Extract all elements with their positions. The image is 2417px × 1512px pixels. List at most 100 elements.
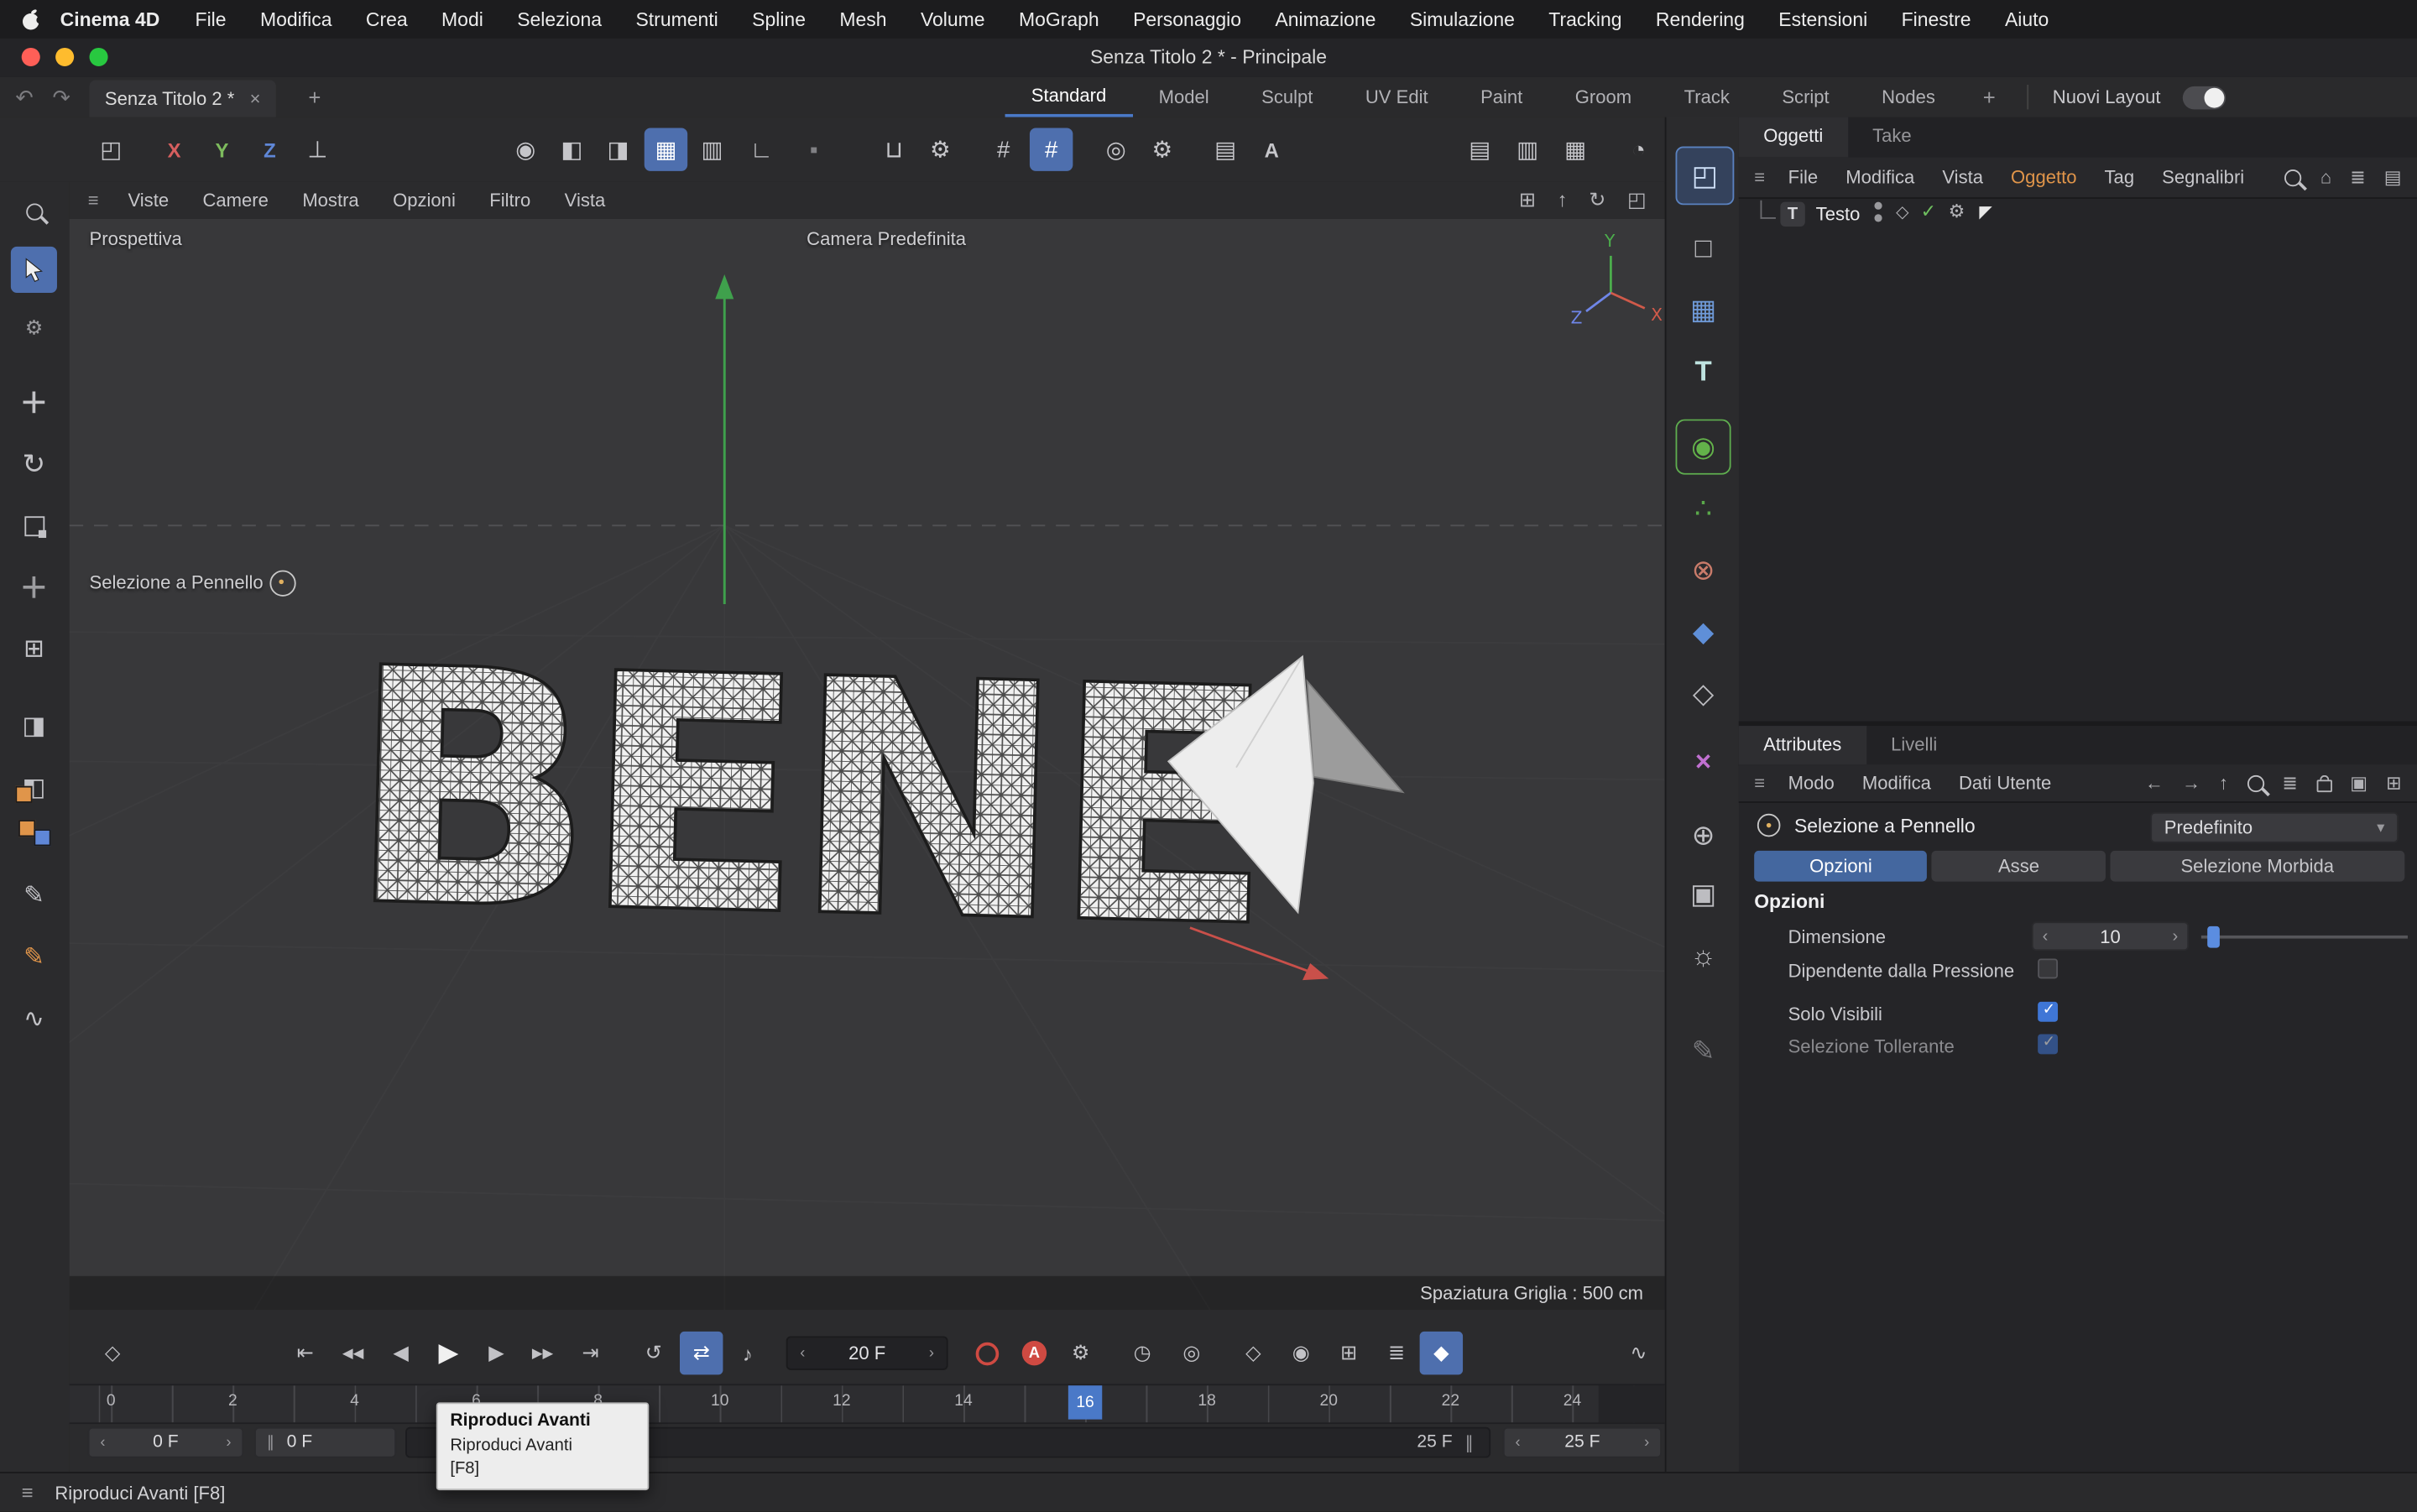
playback-clock-icon[interactable]: ◷ [1120, 1332, 1163, 1374]
preset-dropdown[interactable]: Predefinito ▾ [2150, 812, 2399, 843]
stepper-left-icon[interactable]: ‹ [2043, 927, 2049, 946]
snap-magnet-icon[interactable]: ⊔ [873, 128, 916, 170]
autokey-icon[interactable]: A [1013, 1332, 1056, 1374]
new-layout-label[interactable]: Nuovi Layout [2037, 86, 2175, 108]
frame-right-icon[interactable]: › [929, 1345, 934, 1362]
range-handle-icon[interactable]: ∥ [267, 1434, 274, 1451]
undo-icon[interactable]: ↶ [15, 77, 34, 117]
polygon-mode-icon[interactable]: ▦ [645, 128, 687, 170]
menu-seleziona[interactable]: Seleziona [500, 8, 619, 30]
tab-oggetti[interactable]: Oggetti [1739, 117, 1848, 158]
timeline-ruler[interactable]: 0 2 4 6 8 10 12 14 16 18 20 22 24 [70, 1384, 1665, 1424]
play-forward-icon[interactable]: ▶ [427, 1332, 470, 1374]
menu-tracking[interactable]: Tracking [1532, 8, 1639, 30]
color-swatch-b[interactable] [34, 829, 50, 846]
popout-panel-icon[interactable]: ⊞ [2386, 772, 2401, 794]
menu-file[interactable]: File [178, 8, 243, 30]
menu-spline[interactable]: Spline [735, 8, 822, 30]
menu-personaggio[interactable]: Personaggio [1116, 8, 1258, 30]
layer-icon[interactable]: ◇ [1896, 202, 1909, 222]
new-document-tab-button[interactable]: + [308, 77, 321, 117]
volume-icon[interactable]: ◇ [1676, 665, 1731, 721]
menu-strumenti[interactable]: Strumenti [619, 8, 735, 30]
object-name[interactable]: Testo [1816, 203, 1861, 225]
layout-sculpt[interactable]: Sculpt [1235, 79, 1339, 116]
loop-start-field[interactable]: ∥ 0 F [254, 1427, 396, 1458]
start-right-icon[interactable]: › [226, 1434, 231, 1451]
tool-options-icon[interactable]: ⚙ [11, 305, 57, 352]
lock-icon[interactable] [2316, 779, 2331, 792]
menu-finestre[interactable]: Finestre [1884, 8, 1987, 30]
vp-menu-opzioni[interactable]: Opzioni [376, 190, 472, 211]
target-settings-icon[interactable]: ⚙ [1141, 128, 1183, 170]
objects-home-icon[interactable]: ⌂ [2320, 166, 2331, 188]
snap-settings-icon[interactable]: ⚙ [919, 128, 962, 170]
zoom-window-button[interactable] [90, 48, 108, 66]
record-scale-icon[interactable]: ◉ [1279, 1332, 1322, 1374]
attributes-search-icon[interactable] [2247, 774, 2263, 791]
layout-track[interactable]: Track [1657, 79, 1756, 116]
make-editable-icon[interactable]: ◉ [504, 128, 547, 170]
rotate-tool-icon[interactable]: ↻ [11, 441, 57, 487]
scale-tool-icon[interactable] [11, 503, 57, 549]
layout-paint[interactable]: Paint [1454, 79, 1549, 116]
current-frame-value[interactable]: 20 F [848, 1343, 885, 1364]
pen-tool-icon[interactable]: ✎ [11, 934, 57, 980]
viewport-hamburger-icon[interactable]: ≡ [70, 190, 112, 211]
previous-frame-icon[interactable]: ◀ [379, 1332, 422, 1374]
light-icon[interactable]: ☼ [1676, 928, 1731, 983]
select-tool-icon[interactable] [11, 247, 57, 293]
obj-menu-vista[interactable]: Vista [1929, 166, 1997, 188]
layout-model[interactable]: Model [1132, 79, 1235, 116]
transform-tool-icon[interactable] [11, 564, 57, 610]
vp-menu-mostra[interactable]: Mostra [285, 190, 376, 211]
text-spline-icon[interactable]: T [1780, 202, 1804, 227]
start-frame-field[interactable]: ‹ 0 F › [88, 1427, 244, 1458]
visibility-dots-icon[interactable] [1874, 202, 1883, 227]
menu-modifica[interactable]: Modifica [243, 8, 349, 30]
layout-uvedit[interactable]: UV Edit [1339, 79, 1454, 116]
dimension-slider-track[interactable] [2201, 936, 2408, 939]
copy-panel-icon[interactable]: ▣ [2350, 772, 2367, 794]
coordinate-system-icon[interactable]: ⊥ [296, 128, 339, 170]
pressure-checkbox[interactable] [2038, 958, 2058, 978]
view-label[interactable]: Prospettiva [90, 228, 182, 250]
viewport-canvas[interactable]: BENE BENE Y Z X P [70, 219, 1665, 1310]
menu-crea[interactable]: Crea [349, 8, 425, 30]
menu-volume[interactable]: Volume [904, 8, 1002, 30]
dolly-view-icon[interactable]: ↑ [1558, 188, 1568, 212]
axis-x-toggle[interactable]: X [153, 128, 196, 170]
menu-estensioni[interactable]: Estensioni [1762, 8, 1884, 30]
go-to-start-icon[interactable]: ⇤ [284, 1332, 326, 1374]
end-right-icon[interactable]: › [1644, 1434, 1649, 1451]
menu-mesh[interactable]: Mesh [822, 8, 904, 30]
enabled-check-icon[interactable]: ✓ [1921, 201, 1936, 222]
stepper-right-icon[interactable]: › [2173, 927, 2179, 946]
render-settings-a-icon[interactable]: A [1250, 128, 1293, 170]
model-mode-icon[interactable]: ◧ [551, 128, 593, 170]
dimension-value[interactable]: 10 [2100, 925, 2121, 947]
vp-menu-filtro[interactable]: Filtro [472, 190, 547, 211]
apple-menu-icon[interactable] [22, 8, 42, 31]
coordinates-tool-icon[interactable]: ⊞ [11, 626, 57, 672]
texture-mode-icon[interactable]: ◨ [597, 128, 639, 170]
start-left-icon[interactable]: ‹ [100, 1434, 105, 1451]
att-menu-modo[interactable]: Modo [1774, 772, 1848, 794]
visible-only-checkbox[interactable] [2038, 1002, 2058, 1022]
att-menu-dati-utente[interactable]: Dati Utente [1945, 772, 2065, 794]
viewport-layout-icon[interactable]: ◰ [90, 128, 133, 170]
maximize-view-icon[interactable]: ◰ [1627, 188, 1647, 212]
paint-brush-icon[interactable]: ✎ [11, 873, 57, 919]
close-window-button[interactable] [22, 48, 40, 66]
go-to-end-icon[interactable]: ⇥ [569, 1332, 612, 1374]
cube-primitive-icon[interactable]: ▦ [1676, 282, 1731, 337]
start-frame-value[interactable]: 0 F [153, 1433, 179, 1452]
render-picture-viewer-icon[interactable]: ▥ [1506, 128, 1548, 170]
move-tool-icon[interactable] [11, 379, 57, 425]
menu-rendering[interactable]: Rendering [1639, 8, 1762, 30]
end-frame-field[interactable]: ‹ 25 F › [1503, 1427, 1662, 1458]
axis-y-toggle[interactable]: Y [201, 128, 243, 170]
tab-take[interactable]: Take [1848, 117, 1936, 158]
sound-toggle-icon[interactable]: ♪ [726, 1332, 769, 1374]
grid-icon[interactable]: # [982, 128, 1025, 170]
